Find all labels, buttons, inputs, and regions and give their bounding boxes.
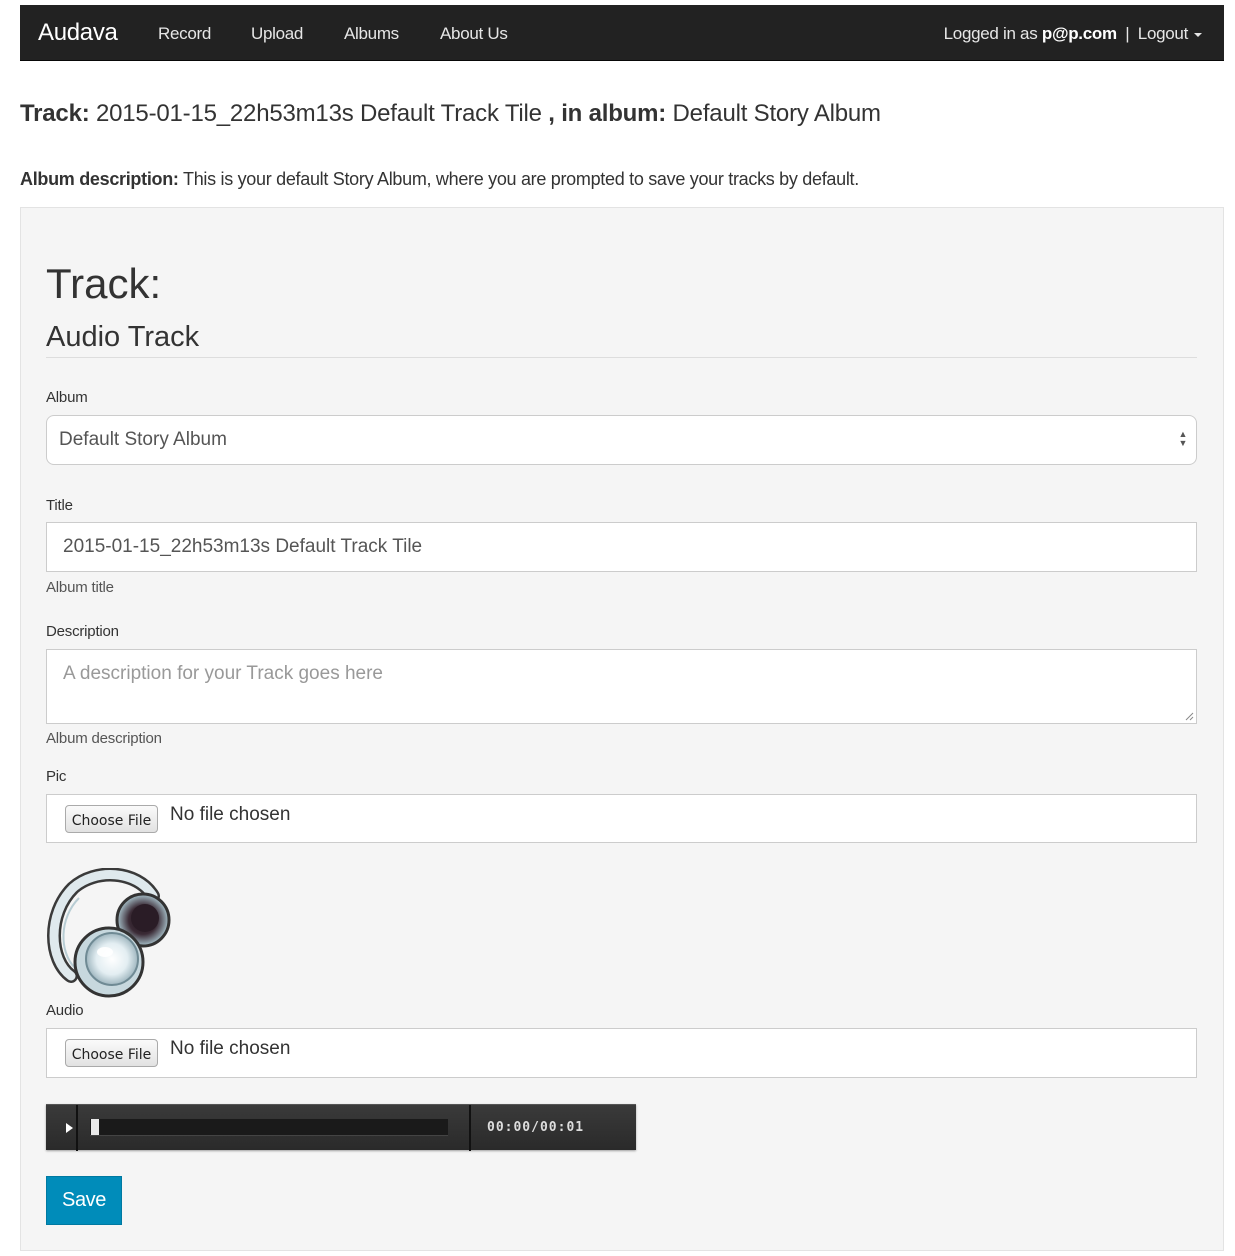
track-name: 2015-01-15_22h53m13s Default Track Tile — [95, 100, 542, 127]
album-select-value: Default Story Album — [59, 429, 227, 450]
album-description-line: Album description: This is your default … — [20, 169, 859, 190]
nav-record[interactable]: Record — [158, 24, 211, 44]
nav-about-us[interactable]: About Us — [440, 24, 508, 44]
album-select[interactable]: Default Story Album ▲ ▼ — [46, 415, 1197, 465]
resize-handle-icon[interactable] — [1184, 711, 1194, 721]
progress-bar[interactable] — [90, 1119, 448, 1136]
play-icon[interactable] — [66, 1123, 73, 1133]
title-field-label: Title — [46, 497, 73, 514]
audio-file-status: No file chosen — [170, 1038, 291, 1059]
pic-field-label: Pic — [46, 768, 67, 785]
nav-albums[interactable]: Albums — [344, 24, 399, 44]
headphones-image — [47, 868, 171, 998]
title-input[interactable]: 2015-01-15_22h53m13s Default Track Tile — [46, 522, 1197, 572]
track-label: Track: — [20, 100, 90, 127]
track-form: Track: Audio Track Album Default Story A… — [20, 207, 1224, 1251]
description-placeholder: A description for your Track goes here — [63, 663, 383, 684]
audio-choose-file-button[interactable]: Choose File — [65, 1039, 158, 1067]
album-description-label: Album description: — [20, 169, 179, 189]
album-field-label: Album — [46, 389, 88, 406]
audio-file-input[interactable]: Choose File No file chosen — [46, 1028, 1197, 1078]
description-help-text: Album description — [46, 730, 162, 747]
in-album-label: , in album: — [548, 100, 667, 127]
description-field-label: Description — [46, 623, 119, 640]
form-legend: Track: — [46, 260, 162, 307]
pic-file-status: No file chosen — [170, 804, 291, 825]
album-description-text: This is your default Story Album, where … — [183, 169, 859, 189]
album-name: Default Story Album — [672, 100, 882, 127]
audio-field-label: Audio — [46, 1002, 84, 1019]
user-menu: Logged in as p@p.com | Logout — [944, 24, 1202, 44]
divider — [46, 357, 1197, 358]
progress-handle[interactable] — [91, 1119, 99, 1135]
form-subtitle: Audio Track — [46, 321, 200, 353]
select-arrows-icon: ▲ ▼ — [1178, 429, 1188, 448]
save-button[interactable]: Save — [46, 1176, 122, 1225]
top-navbar: Audava Record Upload Albums About Us Log… — [20, 5, 1224, 61]
brand-logo[interactable]: Audava — [38, 19, 118, 47]
user-email: p@p.com — [1041, 24, 1117, 43]
logout-dropdown[interactable]: Logout — [1138, 24, 1202, 43]
pic-choose-file-button[interactable]: Choose File — [65, 805, 158, 833]
caret-down-icon[interactable] — [1194, 32, 1202, 37]
player-separator — [76, 1105, 78, 1151]
title-input-value: 2015-01-15_22h53m13s Default Track Tile — [63, 536, 423, 557]
player-separator — [469, 1105, 471, 1151]
audio-player: 00:00/00:01 — [46, 1104, 636, 1151]
logout-link[interactable]: Logout — [1138, 24, 1189, 43]
track-heading: Track: 2015-01-15_22h53m13s Default Trac… — [20, 100, 881, 128]
pic-file-input[interactable]: Choose File No file chosen — [46, 794, 1197, 843]
description-textarea[interactable]: A description for your Track goes here — [46, 649, 1197, 724]
nav-upload[interactable]: Upload — [251, 24, 303, 44]
nav-separator: | — [1125, 24, 1130, 43]
title-help-text: Album title — [46, 579, 114, 596]
logged-in-prefix: Logged in as — [943, 24, 1038, 43]
player-time: 00:00/00:01 — [487, 1120, 585, 1135]
